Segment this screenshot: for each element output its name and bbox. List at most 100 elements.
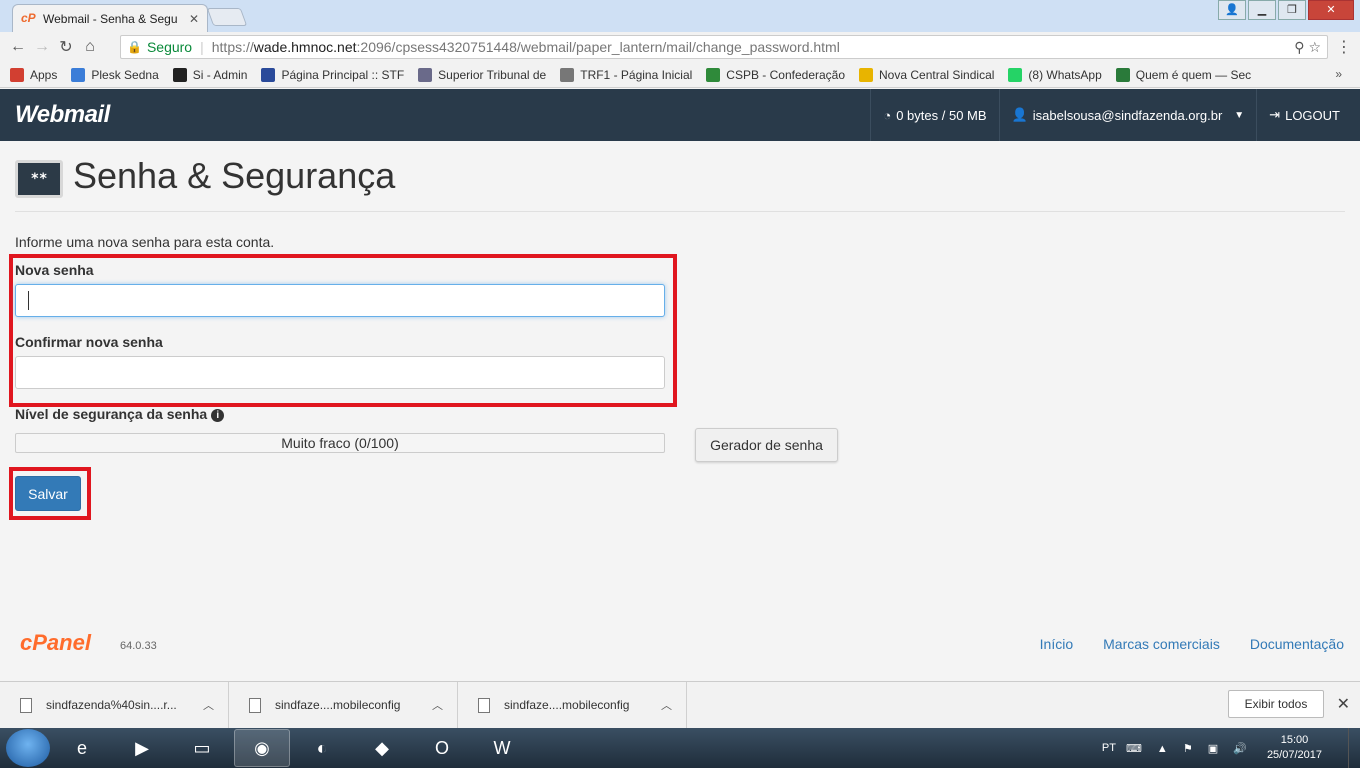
browser-tab[interactable]: cP Webmail - Senha & Segu ✕ (12, 4, 208, 32)
cpanel-logo: cPanel (20, 630, 91, 655)
webmail-logo[interactable]: Webmail (15, 101, 110, 129)
logout-label: LOGOUT (1285, 107, 1340, 123)
bookmark-star-icon[interactable]: ⚲ ☆ (1294, 39, 1321, 56)
tab-title: Webmail - Senha & Segu (43, 11, 178, 26)
windows-taskbar: e ▶ ▭ ◉ ◐ ◆ O W PT ⌨ ▲ ⚑ ▣ 🔊 15:00 25/07… (0, 728, 1360, 768)
quota-indicator: ◔ 0 bytes / 50 MB (870, 89, 998, 141)
bookmark-label: Si - Admin (192, 67, 248, 82)
strength-text: Muito fraco (0/100) (281, 435, 399, 451)
tab-close-icon[interactable]: ✕ (189, 12, 199, 26)
trf1-icon (560, 67, 575, 82)
web-app-icon[interactable]: ◆ (354, 729, 410, 767)
cspb-icon (706, 67, 721, 82)
footer-link-documentation[interactable]: Documentação (1250, 636, 1344, 652)
new-tab-button[interactable] (206, 8, 248, 26)
close-downloads-icon[interactable]: ✕ (1337, 694, 1350, 714)
bookmark-item[interactable]: Apps (10, 67, 58, 82)
bookmark-item[interactable]: Quem é quem — Sec (1115, 67, 1252, 82)
bookmark-item[interactable]: Si - Admin (172, 67, 248, 82)
firefox-icon[interactable]: ◐ (294, 729, 350, 767)
window-close-button[interactable]: ✕ (1308, 0, 1354, 20)
clock-time: 15:00 (1280, 734, 1309, 746)
bookmark-label: Plesk Sedna (91, 67, 159, 82)
window-controls: 👤 ▁ ❐ ✕ (1218, 0, 1354, 20)
bookmark-item[interactable]: TRF1 - Página Inicial (560, 67, 692, 82)
language-indicator[interactable]: PT (1102, 742, 1116, 754)
logout-button[interactable]: ⇥ LOGOUT (1256, 89, 1352, 141)
tray-icons[interactable]: ⌨ ▲ ⚑ ▣ 🔊 (1126, 742, 1253, 755)
url-path: :2096/cpsess4320751448/webmail/paper_lan… (356, 39, 840, 55)
strength-label: Nível de segurança da senha (15, 406, 208, 422)
forward-arrow-icon[interactable]: → (30, 38, 54, 56)
show-all-downloads-button[interactable]: Exibir todos (1228, 690, 1324, 718)
chevron-up-icon[interactable]: ︿ (661, 697, 672, 713)
chevron-up-icon[interactable]: ︿ (203, 697, 214, 713)
outlook-icon[interactable]: O (414, 729, 470, 767)
bookmark-item[interactable]: Plesk Sedna (71, 67, 159, 82)
show-desktop-button[interactable] (1348, 728, 1360, 768)
confirm-password-input[interactable] (15, 356, 665, 389)
download-item[interactable]: sindfaze....mobileconfig ︿ (458, 681, 687, 729)
clock[interactable]: 15:00 25/07/2017 (1267, 733, 1322, 763)
plesk-icon (71, 67, 86, 82)
chevron-up-icon[interactable]: ︿ (432, 697, 443, 713)
bookmark-item[interactable]: CSPB - Confederação (706, 67, 846, 82)
footer-link-trademarks[interactable]: Marcas comerciais (1103, 636, 1220, 652)
caret-down-icon: ▼ (1234, 109, 1245, 121)
bookmark-label: Apps (30, 67, 58, 82)
cpanel-version: 64.0.33 (120, 640, 157, 652)
bookmark-label: Superior Tribunal de (438, 67, 547, 82)
bookmark-label: Quem é quem — Sec (1135, 67, 1252, 82)
user-menu[interactable]: 👤 isabelsousa@sindfazenda.org.br ▼ (998, 89, 1257, 141)
text-caret (28, 291, 29, 310)
user-icon: 👤 (1011, 107, 1028, 122)
system-tray: PT ⌨ ▲ ⚑ ▣ 🔊 15:00 25/07/2017 (1102, 728, 1360, 768)
minimize-button[interactable]: ▁ (1248, 0, 1276, 20)
browser-menu-icon[interactable]: ⋮ (1336, 37, 1352, 57)
download-filename: sindfaze....mobileconfig (504, 698, 630, 712)
browser-toolbar: ← → ↻ ⌂ 🔒 Seguro | https:// wade.hmnoc.n… (0, 32, 1360, 62)
internet-explorer-icon[interactable]: e (54, 729, 110, 767)
password-strength-meter: Muito fraco (0/100) (15, 433, 665, 453)
url-host: wade.hmnoc.net (253, 39, 357, 55)
bookmark-item[interactable]: Página Principal :: STF (261, 67, 405, 82)
bookmark-label: Página Principal :: STF (281, 67, 405, 82)
download-item[interactable]: sindfaze....mobileconfig ︿ (229, 681, 458, 729)
apps-grid-icon (10, 67, 24, 82)
start-button[interactable] (6, 729, 50, 767)
downloads-bar: sindfazenda%40sin....r... ︿ sindfaze....… (0, 681, 1360, 729)
cpanel-favicon-icon: cP (21, 10, 36, 25)
media-player-icon[interactable]: ▶ (114, 729, 170, 767)
download-item[interactable]: sindfazenda%40sin....r... ︿ (0, 681, 229, 729)
back-arrow-icon[interactable]: ← (6, 38, 30, 56)
pie-chart-icon: ◔ (883, 107, 892, 123)
reload-icon[interactable]: ↻ (54, 37, 78, 57)
word-icon[interactable]: W (474, 729, 530, 767)
title-divider (15, 211, 1345, 212)
bookmark-item[interactable]: (8) WhatsApp (1008, 67, 1102, 82)
stf-icon (261, 67, 276, 82)
home-icon[interactable]: ⌂ (78, 38, 102, 56)
maximize-button[interactable]: ❐ (1278, 0, 1306, 20)
footer-link-inicio[interactable]: Início (1040, 636, 1073, 652)
bookmark-item[interactable]: Superior Tribunal de (418, 67, 547, 82)
password-icon: ** (15, 160, 63, 198)
user-email: isabelsousa@sindfazenda.org.br (1032, 107, 1223, 123)
user-profile-icon[interactable]: 👤 (1218, 0, 1246, 20)
save-button[interactable]: Salvar (15, 476, 81, 511)
info-icon[interactable]: i (211, 409, 225, 422)
file-explorer-icon[interactable]: ▭ (174, 729, 230, 767)
password-generator-button[interactable]: Gerador de senha (695, 428, 838, 462)
bookmark-item[interactable]: Nova Central Sindical (859, 67, 994, 82)
confirm-password-label: Confirmar nova senha (15, 334, 163, 350)
chrome-icon[interactable]: ◉ (234, 729, 290, 767)
ncst-icon (859, 67, 874, 82)
new-password-input[interactable] (15, 284, 665, 317)
address-bar[interactable]: 🔒 Seguro | https:// wade.hmnoc.net :2096… (120, 35, 1328, 59)
secure-label: Seguro (146, 39, 193, 55)
browser-titlebar: cP Webmail - Senha & Segu ✕ 👤 ▁ ❐ ✕ (0, 0, 1360, 32)
bookmarks-overflow-icon[interactable]: » (1335, 67, 1342, 81)
address-separator: | (200, 39, 204, 55)
bookmark-label: CSPB - Confederação (726, 67, 846, 82)
bookmarks-bar: Apps Plesk Sedna Si - Admin Página Principa… (0, 62, 1360, 88)
